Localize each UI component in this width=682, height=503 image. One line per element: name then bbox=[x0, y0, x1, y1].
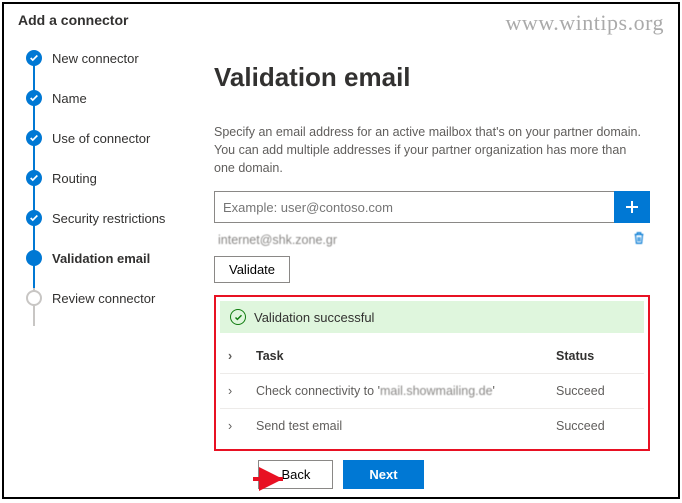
plus-icon bbox=[624, 199, 640, 215]
success-text: Validation successful bbox=[254, 310, 374, 325]
task-header-row: › Task Status bbox=[220, 339, 644, 374]
delete-email-button[interactable] bbox=[632, 231, 646, 248]
added-email-row: internet@shk.zone.gr bbox=[214, 229, 650, 256]
step-label: Review connector bbox=[52, 291, 155, 306]
task-header: Task bbox=[256, 349, 556, 363]
step-label: Validation email bbox=[52, 251, 150, 266]
step-new-connector[interactable]: New connector bbox=[26, 50, 198, 66]
wizard-steps: New connector Name Use of connector Rout… bbox=[4, 32, 204, 462]
status-text: Succeed bbox=[556, 419, 636, 433]
status-text: Succeed bbox=[556, 384, 636, 398]
check-icon bbox=[26, 210, 42, 226]
task-text: Send test email bbox=[256, 419, 556, 433]
step-label: Routing bbox=[52, 171, 97, 186]
annotation-arrow-icon bbox=[251, 467, 291, 491]
watermark-text: www.wintips.org bbox=[506, 10, 664, 36]
step-routing[interactable]: Routing bbox=[26, 170, 198, 186]
step-label: Use of connector bbox=[52, 131, 150, 146]
task-row: › Send test email Succeed bbox=[220, 409, 644, 443]
check-icon bbox=[26, 130, 42, 146]
add-email-button[interactable] bbox=[614, 191, 650, 223]
check-icon bbox=[26, 50, 42, 66]
task-text: Check connectivity to 'mail.showmailing.… bbox=[256, 384, 556, 398]
circle-icon bbox=[26, 290, 42, 306]
success-banner: Validation successful bbox=[220, 301, 644, 333]
page-title: Validation email bbox=[214, 62, 650, 93]
chevron-right-icon[interactable]: › bbox=[228, 419, 248, 433]
step-use-of-connector[interactable]: Use of connector bbox=[26, 130, 198, 146]
chevron-right-icon[interactable]: › bbox=[228, 384, 248, 398]
success-check-icon bbox=[230, 309, 246, 325]
validation-result-box: Validation successful › Task Status › Ch… bbox=[214, 295, 650, 451]
step-label: Name bbox=[52, 91, 87, 106]
step-validation-email[interactable]: Validation email bbox=[26, 250, 198, 266]
footer-buttons: Back Next bbox=[4, 460, 678, 489]
chevron-right-icon[interactable]: › bbox=[228, 349, 248, 363]
check-icon bbox=[26, 90, 42, 106]
step-review-connector[interactable]: Review connector bbox=[26, 290, 198, 306]
trash-icon bbox=[632, 231, 646, 245]
step-name[interactable]: Name bbox=[26, 90, 198, 106]
next-button[interactable]: Next bbox=[343, 460, 423, 489]
check-icon bbox=[26, 170, 42, 186]
step-label: New connector bbox=[52, 51, 139, 66]
email-input[interactable] bbox=[214, 191, 614, 223]
page-description: Specify an email address for an active m… bbox=[214, 123, 650, 177]
step-security-restrictions[interactable]: Security restrictions bbox=[26, 210, 198, 226]
added-email-text: internet@shk.zone.gr bbox=[218, 233, 337, 247]
validate-button[interactable]: Validate bbox=[214, 256, 290, 283]
task-row: › Check connectivity to 'mail.showmailin… bbox=[220, 374, 644, 409]
step-label: Security restrictions bbox=[52, 211, 165, 226]
bullet-icon bbox=[26, 250, 42, 266]
status-header: Status bbox=[556, 349, 636, 363]
